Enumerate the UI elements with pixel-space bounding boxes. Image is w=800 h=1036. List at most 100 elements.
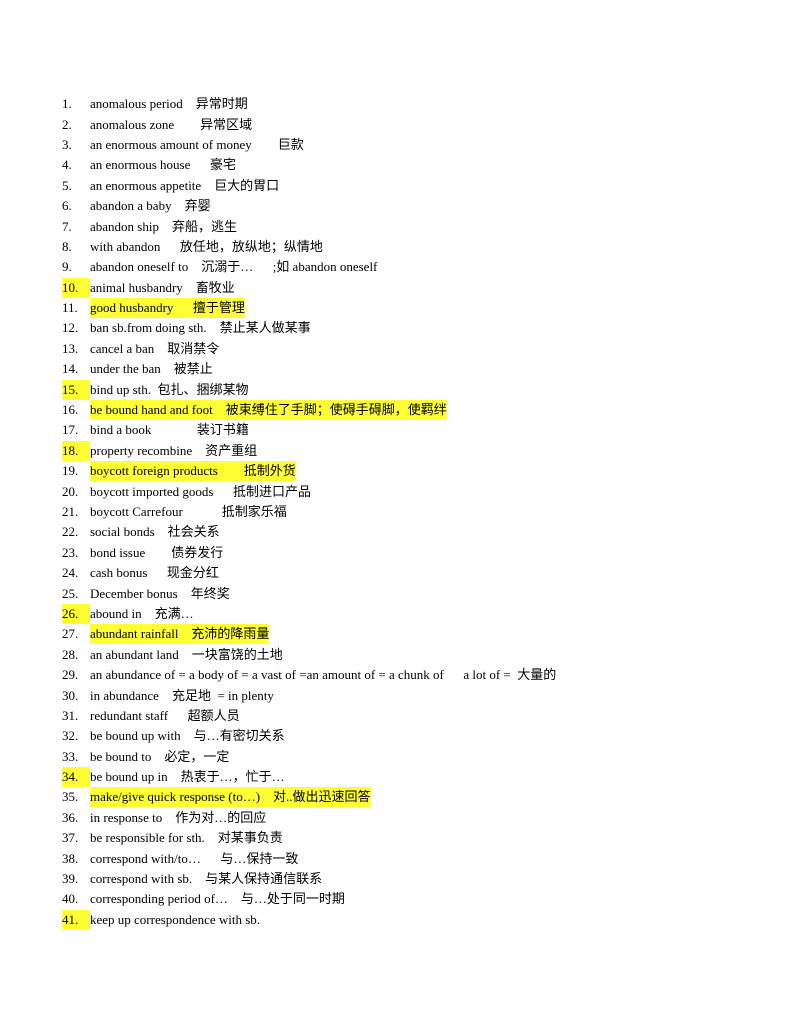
item-number: 5. <box>62 177 72 193</box>
list-item: 17. bind a book 装订书籍 <box>62 420 556 440</box>
list-item: 19. boycott foreign products 抵制外货 <box>62 461 556 482</box>
item-phrase: an abundant land 一块富饶的土地 <box>90 646 283 662</box>
item-phrase: social bonds 社会关系 <box>90 524 220 540</box>
list-item: 8. with abandon 放任地，放纵地；纵情地 <box>62 237 556 257</box>
item-number: 16. <box>62 402 79 418</box>
list-item: 33. be bound to 必定，一定 <box>62 747 556 767</box>
list-item: 29. an abundance of = a body of = a vast … <box>62 665 556 685</box>
item-number: 33. <box>62 748 79 764</box>
vocabulary-list: 1. anomalous period 异常时期 2. anomalous zone … <box>62 94 556 930</box>
item-phrase: cancel a ban 取消禁令 <box>90 340 220 356</box>
item-number: 27. <box>62 626 79 642</box>
item-number: 39. <box>62 871 79 887</box>
item-phrase: anomalous zone 异常区域 <box>90 116 253 132</box>
list-item: 13. cancel a ban 取消禁令 <box>62 339 556 359</box>
list-item: 5. an enormous appetite 巨大的胃口 <box>62 176 556 196</box>
item-phrase: anomalous period 异常时期 <box>90 96 248 112</box>
item-number: 41. <box>62 909 90 930</box>
item-phrase: abundant rainfall 充沛的降雨量 <box>90 624 270 645</box>
item-number: 9. <box>62 259 72 275</box>
list-item: 18. property recombine 资产重组 <box>62 440 556 461</box>
item-number: 3. <box>62 136 72 152</box>
list-item: 15. bind up sth. 包扎、捆绑某物 <box>62 379 556 400</box>
item-phrase: boycott imported goods 抵制进口产品 <box>90 483 311 499</box>
item-number: 1. <box>62 96 72 112</box>
list-item: 34. be bound up in 热衷于…，忙于… <box>62 767 556 788</box>
item-number: 19. <box>62 463 79 479</box>
item-phrase: bind a book 装订书籍 <box>90 422 249 438</box>
list-item: 10. animal husbandry 畜牧业 <box>62 277 556 298</box>
list-item: 11. good husbandry 擅于管理 <box>62 298 556 319</box>
item-phrase: in abundance 充足地 = in plenty <box>90 687 274 703</box>
item-number: 2. <box>62 116 72 132</box>
item-phrase: an enormous appetite 巨大的胃口 <box>90 177 280 193</box>
item-phrase: an abundance of = a body of = a vast of … <box>90 667 557 683</box>
list-item: 14. under the ban 被禁止 <box>62 359 556 379</box>
item-phrase: be bound up with 与…有密切关系 <box>90 728 285 744</box>
item-number: 31. <box>62 707 79 723</box>
item-number: 28. <box>62 646 79 662</box>
document-page: 1. anomalous period 异常时期 2. anomalous zone … <box>0 0 800 1036</box>
list-item: 1. anomalous period 异常时期 <box>62 94 556 114</box>
item-phrase: be bound hand and foot 被束缚住了手脚；使碍手碍脚，使羁绊 <box>90 400 447 421</box>
item-number: 13. <box>62 340 79 356</box>
item-phrase: an enormous house 豪宅 <box>90 157 236 173</box>
item-phrase: boycott Carrefour 抵制家乐福 <box>90 504 287 519</box>
item-phrase: under the ban 被禁止 <box>90 361 213 377</box>
item-number: 38. <box>62 850 79 866</box>
item-number: 18. <box>62 440 90 461</box>
item-phrase: keep up correspondence with sb. <box>90 911 261 927</box>
item-phrase: an enormous amount of money 巨款 <box>90 136 304 152</box>
item-phrase: with abandon 放任地，放纵地；纵情地 <box>90 238 323 254</box>
item-phrase: be bound to 必定，一定 <box>90 748 230 764</box>
item-phrase: abandon oneself to 沉溺于… ;如 abandon onese… <box>90 259 378 275</box>
list-item: 38. correspond with/to… 与…保持一致 <box>62 848 556 868</box>
list-item: 28. an abundant land 一块富饶的土地 <box>62 645 556 665</box>
item-phrase: property recombine 资产重组 <box>90 442 258 458</box>
item-number: 7. <box>62 218 72 234</box>
list-item: 16. be bound hand and foot 被束缚住了手脚；使碍手碍脚，… <box>62 400 556 421</box>
list-item: 24. cash bonus 现金分红 <box>62 563 556 583</box>
list-item: 3. an enormous amount of money 巨款 <box>62 135 556 155</box>
list-item: 9. abandon oneself to 沉溺于… ;如 abandon one… <box>62 257 556 277</box>
list-item: 22. social bonds 社会关系 <box>62 522 556 542</box>
item-phrase: boycott foreign products 抵制外货 <box>90 461 296 482</box>
list-item: 27. abundant rainfall 充沛的降雨量 <box>62 624 556 645</box>
list-item: 37. be responsible for sth. 对某事负责 <box>62 828 556 848</box>
list-item: 26. abound in 充满… <box>62 603 556 624</box>
item-number: 4. <box>62 157 72 173</box>
item-number: 21. <box>62 504 79 519</box>
item-number: 34. <box>62 767 90 788</box>
list-item: 36. in response to 作为对…的回应 <box>62 808 556 828</box>
item-phrase: abandon ship 弃船，逃生 <box>90 218 237 234</box>
list-item: 6. abandon a baby 弃婴 <box>62 196 556 216</box>
item-phrase: make/give quick response (to…) 对..做出迅速回答 <box>90 787 371 808</box>
item-number: 20. <box>62 483 79 499</box>
list-item: 35. make/give quick response (to…) 对..做出迅… <box>62 787 556 808</box>
item-phrase: December bonus 年终奖 <box>90 585 230 601</box>
item-number: 6. <box>62 198 72 214</box>
item-number: 26. <box>62 603 90 624</box>
item-phrase: corresponding period of… 与…处于同一时期 <box>90 891 345 907</box>
list-item: 21. boycott Carrefour 抵制家乐福 <box>62 502 556 522</box>
item-phrase: correspond with sb. 与某人保持通信联系 <box>90 871 323 887</box>
list-item: 23. bond issue 债券发行 <box>62 543 556 563</box>
item-number: 37. <box>62 830 79 846</box>
item-phrase: redundant staff 超额人员 <box>90 707 240 723</box>
item-phrase: be responsible for sth. 对某事负责 <box>90 830 283 846</box>
item-number: 12. <box>62 320 79 336</box>
list-item: 31. redundant staff 超额人员 <box>62 706 556 726</box>
item-number: 35. <box>62 789 79 805</box>
list-item: 41. keep up correspondence with sb. <box>62 909 556 930</box>
item-number: 8. <box>62 238 72 254</box>
item-number: 36. <box>62 809 79 825</box>
item-phrase: good husbandry 擅于管理 <box>90 298 245 319</box>
list-item: 32. be bound up with 与…有密切关系 <box>62 726 556 746</box>
item-phrase: be bound up in 热衷于…，忙于… <box>90 769 285 785</box>
item-phrase: animal husbandry 畜牧业 <box>90 279 235 295</box>
list-item: 20. boycott imported goods 抵制进口产品 <box>62 481 556 501</box>
item-phrase: ban sb.from doing sth. 禁止某人做某事 <box>90 320 311 336</box>
item-number: 30. <box>62 687 79 703</box>
item-number: 32. <box>62 728 79 744</box>
item-number: 10. <box>62 277 90 298</box>
